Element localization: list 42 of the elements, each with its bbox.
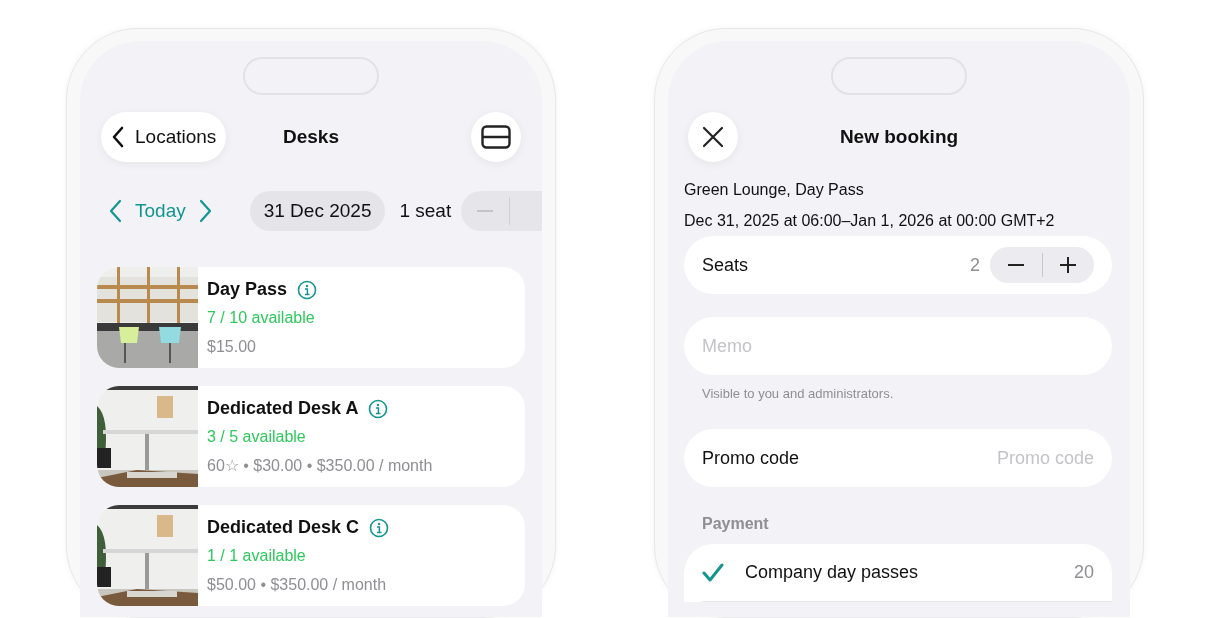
check-icon — [702, 562, 724, 583]
desk-card[interactable]: Dedicated Desk A 3 / 5 available 60☆ • $30.00 • $350.00 / month — [97, 386, 525, 487]
location-text: Green Lounge, Day Pass — [684, 180, 865, 200]
back-button[interactable]: Locations — [101, 112, 227, 162]
info-icon — [297, 279, 318, 300]
close-button[interactable] — [688, 112, 738, 162]
promo-label: Promo code — [702, 447, 801, 469]
screen-title: New booking — [839, 126, 959, 148]
payment-label: Company day passes — [745, 562, 920, 583]
close-icon — [702, 126, 724, 148]
layout-icon — [481, 125, 511, 149]
seats-value: 2 — [970, 254, 980, 276]
chevron-left-icon[interactable] — [107, 199, 123, 223]
chevron-left-icon — [111, 126, 125, 148]
screen-title: Desks — [283, 126, 339, 148]
availability-text: 3 / 5 available — [207, 427, 307, 447]
seats-label: Seats — [702, 254, 750, 276]
availability-text: 1 / 1 available — [207, 546, 307, 566]
minus-icon — [1007, 264, 1024, 266]
price-text: $50.00 • $350.00 / month — [207, 575, 388, 595]
desk-title: Dedicated Desk A — [207, 398, 359, 419]
date-button[interactable]: 31 Dec 2025 — [249, 191, 386, 231]
plus-icon — [1060, 257, 1077, 273]
memo-field[interactable]: Memo — [684, 317, 1112, 375]
hint-text: Visible to you and administrators. — [701, 386, 895, 401]
payment-count: 20 — [1073, 562, 1094, 583]
chevron-right-icon[interactable] — [197, 199, 214, 223]
desk-card[interactable]: Day Pass 7 / 10 available $15.00 — [97, 267, 525, 368]
price-text: 60☆ • $30.00 • $350.00 / month — [207, 456, 433, 476]
desk-card[interactable]: Dedicated Desk C 1 / 1 available $50.00 • $350.00 / month — [97, 505, 525, 606]
availability-text: 7 / 10 available — [207, 308, 316, 328]
info-icon — [369, 517, 390, 538]
payment-option[interactable]: Company day passes 20 — [702, 544, 1112, 602]
time-range-text: Dec 31, 2025 at 06:00–Jan 1, 2026 at 00:00 GMT+2 — [684, 211, 1056, 231]
info-icon — [368, 398, 389, 419]
desk-title: Day Pass — [207, 279, 288, 300]
seat-count: 1 seat — [399, 200, 452, 222]
promo-code-field[interactable]: Promo code — [944, 447, 1094, 469]
layout-button[interactable] — [471, 112, 521, 162]
price-text: $15.00 — [207, 337, 257, 357]
desk-title: Dedicated Desk C — [207, 517, 360, 538]
section-header: Payment — [701, 515, 770, 533]
